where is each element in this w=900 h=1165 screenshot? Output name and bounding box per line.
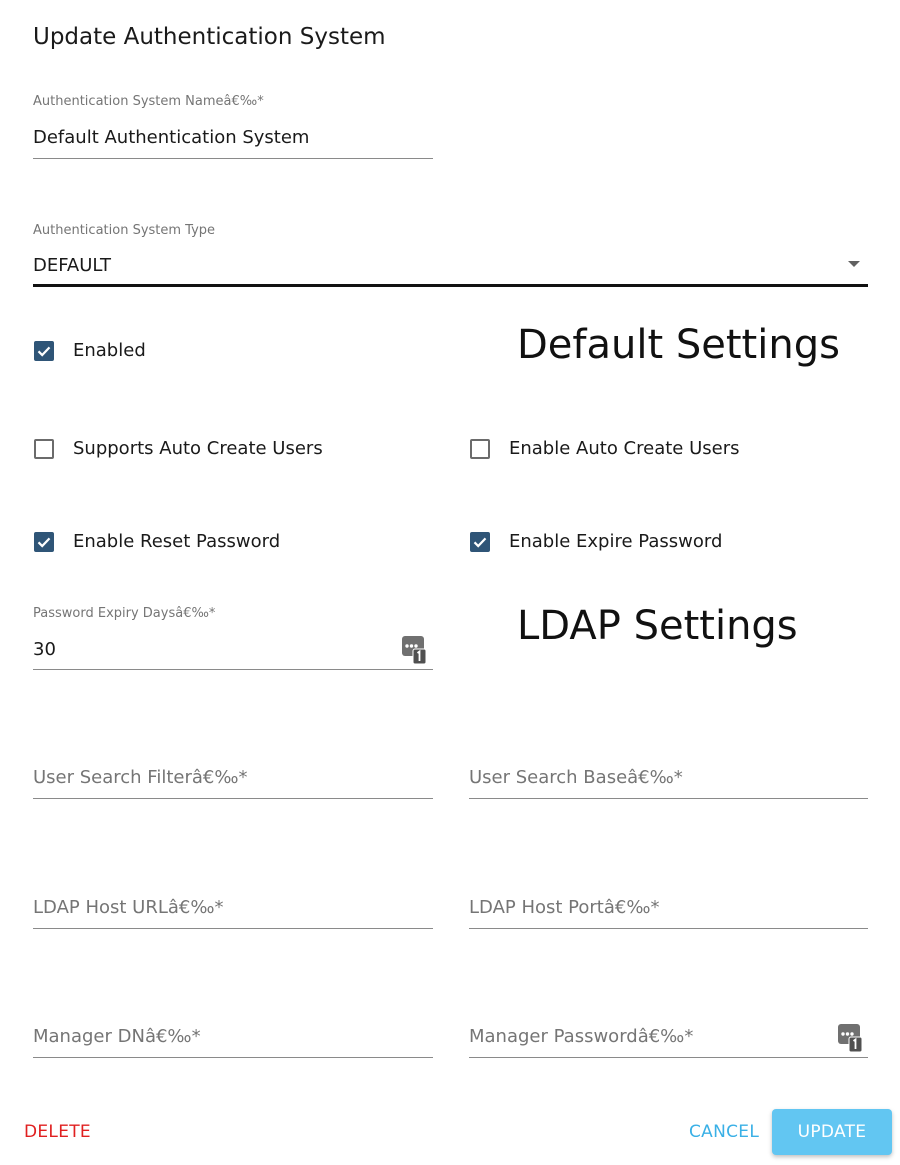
manager-password-underline [469,1057,868,1058]
enabled-checkbox[interactable] [34,340,54,361]
user-search-filter-input[interactable]: User Search Filterâ€‰* [33,767,248,788]
user-search-base-underline [469,798,868,799]
enable-reset-password-row[interactable]: Enable Reset Password [34,531,280,552]
default-settings-heading: Default Settings [517,322,840,368]
ldap-settings-heading: LDAP Settings [517,603,798,649]
update-button[interactable]: UPDATE [772,1109,892,1155]
enable-reset-password-checkbox[interactable] [34,531,54,552]
name-field-input[interactable]: Default Authentication System [33,127,309,148]
supports-auto-create-row[interactable]: Supports Auto Create Users [34,438,323,459]
enable-auto-create-row[interactable]: Enable Auto Create Users [470,438,739,459]
expiry-days-underline [33,669,433,670]
ldap-host-port-underline [469,928,868,929]
enabled-checkbox-row[interactable]: Enabled [34,340,146,361]
name-field-underline [33,158,433,159]
manager-dn-underline [33,1057,433,1058]
password-manager-icon[interactable] [402,636,426,664]
checkmark-icon [37,537,51,548]
ldap-host-url-input[interactable]: LDAP Host URLâ€‰* [33,897,224,918]
checkmark-icon [37,346,51,357]
type-select[interactable]: DEFAULT [33,255,111,276]
supports-auto-create-checkbox[interactable] [34,438,54,459]
expiry-days-input[interactable]: 30 [33,639,56,660]
user-search-base-input[interactable]: User Search Baseâ€‰* [469,767,683,788]
cancel-button[interactable]: CANCEL [689,1122,759,1142]
enable-auto-create-label: Enable Auto Create Users [509,438,740,459]
enabled-label: Enabled [73,340,146,361]
password-manager-icon[interactable] [838,1024,862,1052]
expiry-field-label: Password Expiry Daysâ€‰* [33,606,216,621]
dropdown-arrow-icon[interactable] [848,261,860,267]
manager-password-input[interactable]: Manager Passwordâ€‰* [469,1026,693,1047]
checkmark-icon [473,537,487,548]
enable-expire-password-row[interactable]: Enable Expire Password [470,531,722,552]
ldap-host-port-input[interactable]: LDAP Host Portâ€‰* [469,897,660,918]
type-field-label: Authentication System Type [33,223,216,238]
name-field-label: Authentication System Nameâ€‰* [33,94,264,109]
type-select-underline [33,284,868,287]
delete-button[interactable]: DELETE [24,1122,91,1142]
dialog-title: Update Authentication System [33,24,386,50]
supports-auto-create-label: Supports Auto Create Users [73,438,323,459]
ldap-host-url-underline [33,928,433,929]
manager-dn-input[interactable]: Manager DNâ€‰* [33,1026,201,1047]
enable-expire-password-label: Enable Expire Password [509,531,723,552]
user-search-filter-underline [33,798,433,799]
enable-auto-create-checkbox[interactable] [470,438,490,459]
enable-expire-password-checkbox[interactable] [470,531,490,552]
enable-reset-password-label: Enable Reset Password [73,531,281,552]
